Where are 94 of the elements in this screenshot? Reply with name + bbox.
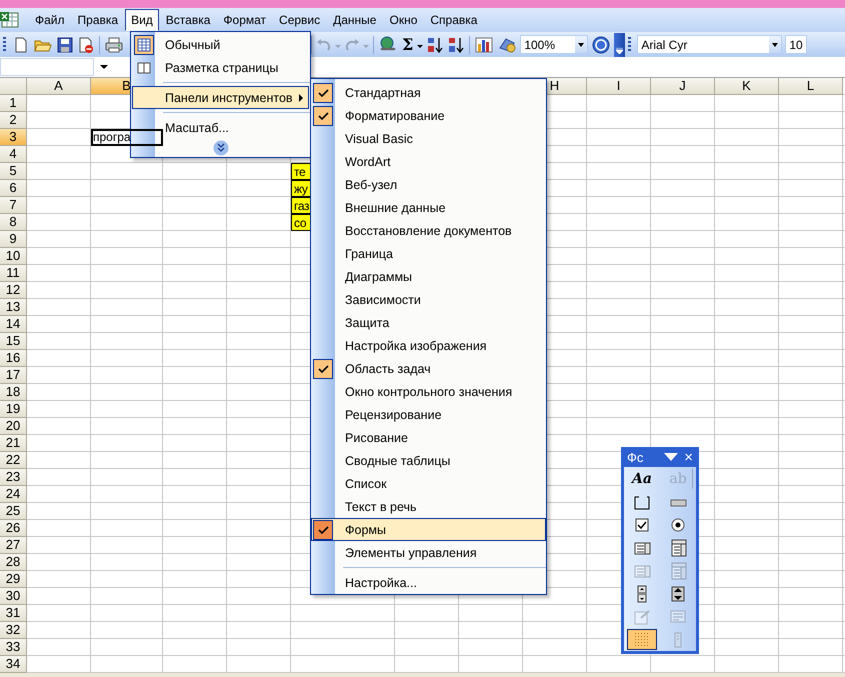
row-header[interactable]: 17: [0, 367, 27, 384]
menu-item[interactable]: Рисование: [311, 426, 546, 449]
menu-item[interactable]: Форматирование: [311, 104, 546, 127]
menu-item[interactable]: Visual Basic: [311, 127, 546, 150]
menu-item[interactable]: Область задач: [311, 357, 546, 380]
row-header[interactable]: 26: [0, 520, 27, 537]
menu-item[interactable]: Окно: [383, 9, 424, 31]
row-header[interactable]: 28: [0, 554, 27, 571]
row-header[interactable]: 21: [0, 435, 27, 452]
column-header[interactable]: L: [779, 78, 843, 95]
dropdown-icon[interactable]: [100, 65, 108, 69]
menu-item[interactable]: Формы: [311, 518, 546, 541]
row-header[interactable]: 27: [0, 537, 27, 554]
menu-item[interactable]: Настройка изображения: [311, 334, 546, 357]
menu-item[interactable]: Данные: [327, 9, 382, 31]
label-tool[interactable]: Aa: [627, 468, 657, 489]
toolbar-grip[interactable]: [628, 36, 632, 52]
row-header[interactable]: 24: [0, 486, 27, 503]
menu-item[interactable]: Настройка...: [311, 571, 546, 594]
menu-item[interactable]: Правка: [72, 9, 124, 31]
column-header[interactable]: J: [651, 78, 715, 95]
row-header[interactable]: 11: [0, 265, 27, 282]
save-icon[interactable]: [56, 36, 74, 54]
row-header[interactable]: 8: [0, 214, 27, 231]
row-header[interactable]: 22: [0, 452, 27, 469]
help-icon[interactable]: [591, 34, 612, 54]
chart-icon[interactable]: [474, 36, 494, 54]
font-field[interactable]: Arial Cyr: [637, 35, 782, 54]
caret-icon: [616, 48, 624, 54]
row-header[interactable]: 14: [0, 316, 27, 333]
zoom-field[interactable]: 100%: [520, 35, 588, 54]
row-header[interactable]: 12: [0, 282, 27, 299]
toolbar-title: Фс: [627, 450, 644, 464]
row-header[interactable]: 25: [0, 503, 27, 520]
menu-item[interactable]: Файл: [29, 9, 71, 31]
font-size-field[interactable]: 10: [785, 35, 808, 54]
column-header[interactable]: I: [587, 78, 651, 95]
sum-button[interactable]: Σ: [401, 35, 414, 54]
menu-item[interactable]: Справка: [424, 9, 484, 31]
printer-icon[interactable]: [104, 36, 124, 54]
row-header[interactable]: 6: [0, 180, 27, 197]
menu-item[interactable]: Разметка страницы: [132, 56, 309, 79]
dropdown-icon[interactable]: [578, 42, 584, 46]
row-header[interactable]: 34: [0, 656, 27, 673]
drawing-icon[interactable]: [497, 36, 518, 54]
row-header[interactable]: 4: [0, 146, 27, 163]
row-header[interactable]: 32: [0, 622, 27, 639]
grid-icon[interactable]: [627, 629, 657, 650]
menu-item[interactable]: Сервис: [273, 9, 326, 31]
row-header[interactable]: 1: [0, 95, 27, 112]
column-header[interactable]: K: [715, 78, 779, 95]
dropdown-icon[interactable]: [772, 42, 778, 46]
row-header[interactable]: 5: [0, 163, 27, 180]
menu-item[interactable]: Панели инструментов: [132, 86, 309, 109]
row-header[interactable]: 10: [0, 248, 27, 265]
column-header[interactable]: A: [27, 78, 91, 95]
menu-item[interactable]: Список: [311, 472, 546, 495]
menu-item[interactable]: Защита: [311, 311, 546, 334]
hyperlink-icon[interactable]: [378, 36, 398, 54]
menu-item[interactable]: Вид: [125, 9, 159, 31]
row-header[interactable]: 18: [0, 384, 27, 401]
sort-ascending-icon[interactable]: [426, 36, 444, 54]
menu-item[interactable]: Масштаб...: [132, 116, 309, 139]
menu-item[interactable]: Рецензирование: [311, 403, 546, 426]
menu-item[interactable]: Граница: [311, 242, 546, 265]
row-header[interactable]: 33: [0, 639, 27, 656]
menu-item[interactable]: Элементы управления: [311, 541, 546, 564]
row-header[interactable]: 3: [0, 129, 27, 146]
row-header[interactable]: 2: [0, 112, 27, 129]
row-header[interactable]: 19: [0, 401, 27, 418]
menu-item[interactable]: Диаграммы: [311, 265, 546, 288]
menu-item[interactable]: Текст в речь: [311, 495, 546, 518]
row-header[interactable]: 29: [0, 571, 27, 588]
row-header[interactable]: 16: [0, 350, 27, 367]
row-header[interactable]: 7: [0, 197, 27, 214]
menu-item[interactable]: Вставка: [160, 9, 216, 31]
row-header[interactable]: 15: [0, 333, 27, 350]
expand-icon[interactable]: [212, 140, 228, 156]
close-button[interactable]: ×: [684, 450, 693, 464]
permission-icon[interactable]: [77, 36, 95, 54]
toolbar-grip[interactable]: [3, 36, 6, 52]
menu-item[interactable]: Зависимости: [311, 288, 546, 311]
menu-item[interactable]: Сводные таблицы: [311, 449, 546, 472]
row-header[interactable]: 9: [0, 231, 27, 248]
row-header[interactable]: 31: [0, 605, 27, 622]
menu-item[interactable]: Формат: [217, 9, 272, 31]
sort-descending-icon[interactable]: [447, 36, 466, 54]
row-header[interactable]: 20: [0, 418, 27, 435]
toolbar-options-button[interactable]: [614, 32, 626, 56]
row-header[interactable]: 13: [0, 299, 27, 316]
row-header[interactable]: 23: [0, 469, 27, 486]
row-header[interactable]: 30: [0, 588, 27, 605]
menu-item[interactable]: Окно контрольного значения: [311, 380, 546, 403]
menu-item[interactable]: Обычный: [132, 33, 309, 56]
